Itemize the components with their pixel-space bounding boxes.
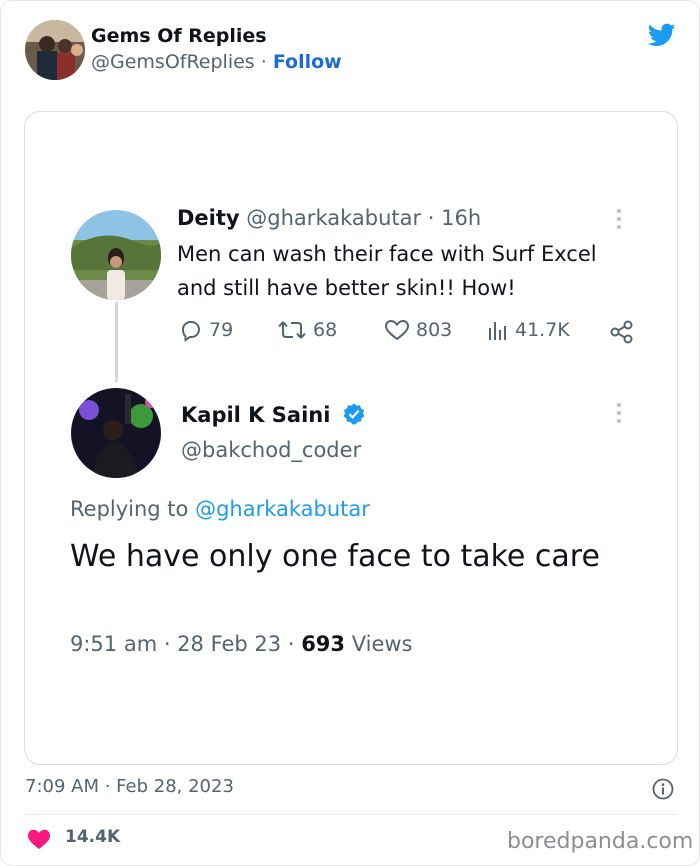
watermark: boredpanda.com bbox=[507, 829, 694, 854]
account-name[interactable]: Gems Of Replies bbox=[91, 25, 267, 47]
more-icon bbox=[617, 403, 621, 423]
kapil-avatar[interactable] bbox=[71, 388, 161, 478]
replying-to-line: Replying to @gharkakabutar bbox=[70, 497, 370, 521]
info-icon[interactable] bbox=[652, 778, 674, 800]
like-count: 803 bbox=[416, 319, 453, 341]
share-icon bbox=[610, 320, 633, 344]
tweet2-author-row: Kapil K Saini bbox=[181, 402, 366, 427]
account-handle[interactable]: @GemsOfReplies bbox=[91, 51, 255, 73]
more-icon bbox=[617, 209, 621, 229]
thread-connector-line bbox=[115, 302, 118, 382]
tweet1-actions: 79 68 803 41.7K bbox=[177, 318, 633, 348]
retweet-count: 68 bbox=[313, 319, 338, 341]
reply-count: 79 bbox=[209, 319, 234, 341]
views-count: 41.7K bbox=[515, 319, 570, 341]
retweet-icon bbox=[278, 321, 306, 339]
like-icon bbox=[384, 319, 410, 341]
views-icon bbox=[489, 322, 506, 340]
replying-mention: @gharkakabutar bbox=[195, 497, 370, 521]
tweet2-author-name: Kapil K Saini bbox=[181, 403, 331, 427]
footer-divider bbox=[25, 814, 678, 815]
handle-separator: · bbox=[254, 51, 273, 73]
replying-prefix: Replying to bbox=[70, 497, 196, 521]
tweet2-time-date: 9:51 am · 28 Feb 23 · bbox=[70, 632, 302, 656]
tweet2-views-count: 693 bbox=[301, 632, 346, 656]
tweet2-handle: @bakchod_coder bbox=[181, 438, 362, 462]
reply-action: 79 bbox=[179, 318, 233, 342]
tweet1-text: Men can wash their face with Surf Excel … bbox=[177, 242, 597, 300]
views-action: 41.7K bbox=[487, 318, 570, 342]
tweet2-views-label: Views bbox=[345, 632, 413, 656]
account-handle-row: @GemsOfReplies · Follow bbox=[91, 51, 342, 73]
twitter-bird-icon[interactable] bbox=[646, 21, 678, 49]
verified-badge-icon bbox=[343, 403, 365, 425]
tweet1-handle-time: @gharkakabutar · 16h bbox=[246, 206, 482, 230]
post-timestamp[interactable]: 7:09 AM · Feb 28, 2023 bbox=[25, 776, 234, 797]
tweet1-header: Deity @gharkakabutar · 16h bbox=[177, 206, 481, 230]
tweet2-meta: 9:51 am · 28 Feb 23 · 693 Views bbox=[70, 632, 412, 656]
like-action: 803 bbox=[384, 318, 452, 342]
tweet-embed-frame: Gems Of Replies @GemsOfReplies · Follow … bbox=[0, 0, 700, 866]
tweet1-author-name: Deity bbox=[177, 206, 240, 230]
deity-avatar[interactable] bbox=[71, 210, 161, 300]
reply-icon bbox=[181, 321, 201, 342]
like-count-total[interactable]: 14.4K bbox=[65, 827, 120, 847]
embedded-tweet-screenshot[interactable]: Deity @gharkakabutar · 16h Men can wash … bbox=[24, 111, 678, 765]
tweet2-text: We have only one face to take care bbox=[70, 539, 600, 574]
retweet-action: 68 bbox=[277, 318, 337, 342]
follow-button[interactable]: Follow bbox=[273, 51, 342, 73]
profile-avatar[interactable] bbox=[25, 20, 85, 80]
heart-icon[interactable] bbox=[27, 828, 51, 850]
